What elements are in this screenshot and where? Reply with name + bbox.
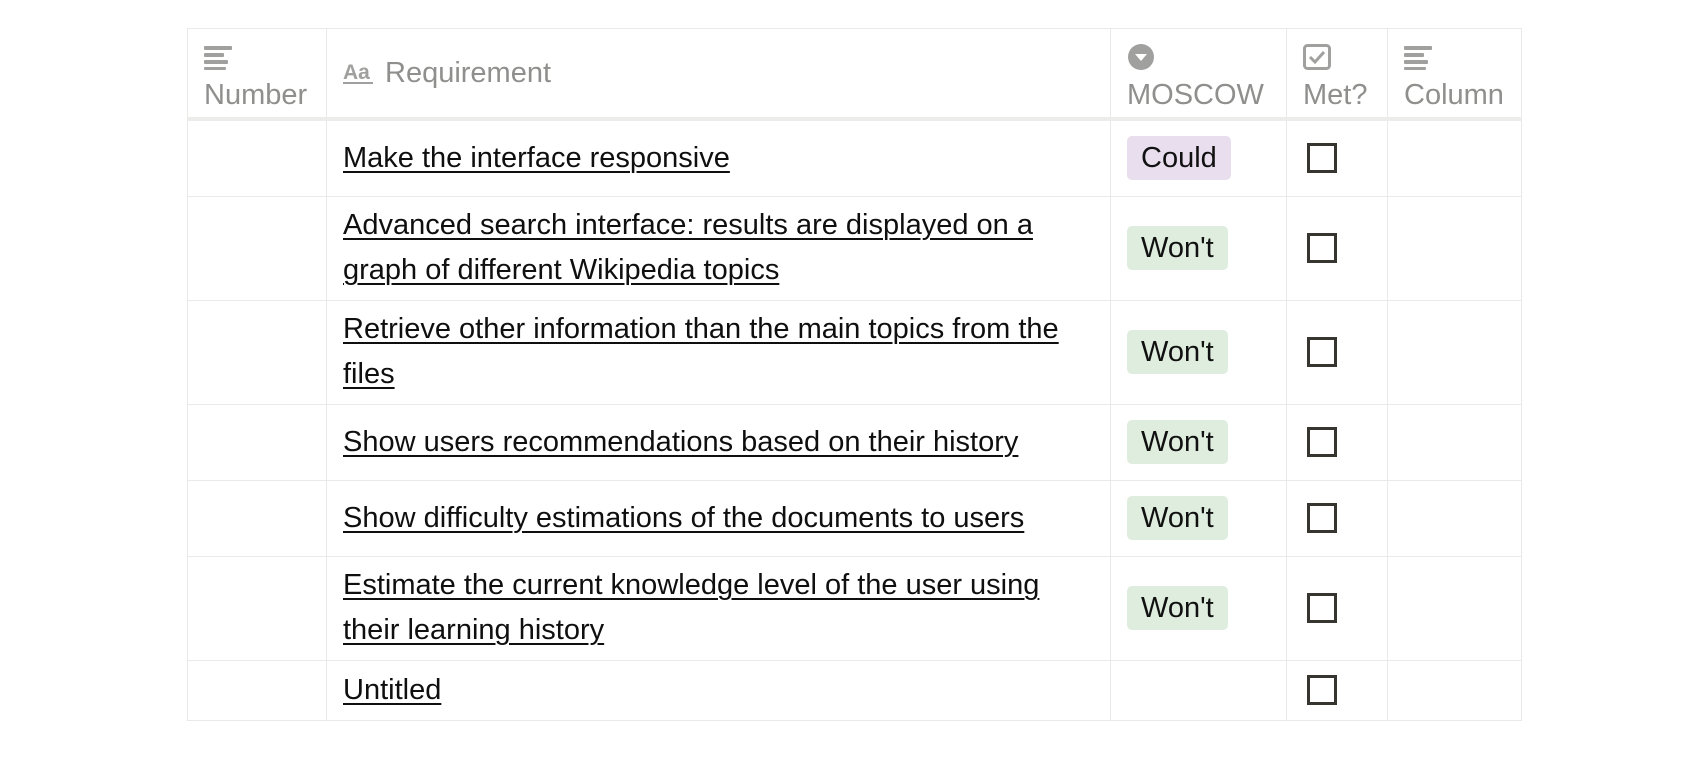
requirement-cell[interactable]: Estimate the current knowledge level of … [326, 555, 1111, 661]
requirement-link[interactable]: Retrieve other information than the main… [343, 313, 1059, 390]
table-row: Show difficulty estimations of the docum… [187, 479, 1522, 557]
number-cell[interactable] [187, 118, 327, 197]
met-checkbox[interactable] [1307, 233, 1337, 263]
moscow-tag[interactable]: Won't [1127, 226, 1228, 270]
moscow-cell[interactable]: Could [1110, 118, 1287, 197]
met-checkbox[interactable] [1307, 593, 1337, 623]
column-header-label: Met? [1303, 79, 1368, 111]
met-checkbox[interactable] [1307, 427, 1337, 457]
column-header-label: Column [1404, 79, 1504, 111]
moscow-cell[interactable]: Won't [1110, 299, 1287, 405]
met-cell [1286, 479, 1388, 557]
text-lines-icon [204, 46, 232, 70]
column-cell[interactable] [1387, 403, 1522, 481]
table-row: Estimate the current knowledge level of … [187, 555, 1522, 661]
column-cell[interactable] [1387, 479, 1522, 557]
table-row: Untitled [187, 659, 1522, 721]
column-header-column[interactable]: Column [1387, 28, 1522, 121]
column-cell[interactable] [1387, 659, 1522, 721]
column-header-met[interactable]: Met? [1286, 28, 1388, 121]
column-cell[interactable] [1387, 118, 1522, 197]
requirement-link[interactable]: Advanced search interface: results are d… [343, 209, 1033, 286]
column-header-requirement[interactable]: Aa Requirement [326, 28, 1111, 121]
moscow-cell[interactable]: Won't [1110, 403, 1287, 481]
moscow-tag[interactable]: Won't [1127, 330, 1228, 374]
header-row: Number Aa Requirement MOSCOW Met? Column [187, 28, 1522, 121]
moscow-cell[interactable]: Won't [1110, 555, 1287, 661]
requirement-cell[interactable]: Make the interface responsive [326, 118, 1111, 197]
requirement-cell[interactable]: Advanced search interface: results are d… [326, 195, 1111, 301]
select-dropdown-icon [1128, 44, 1154, 70]
column-header-moscow[interactable]: MOSCOW [1110, 28, 1287, 121]
met-checkbox[interactable] [1307, 503, 1337, 533]
moscow-tag[interactable]: Could [1127, 136, 1231, 181]
database-table: Number Aa Requirement MOSCOW Met? Column… [187, 28, 1522, 721]
moscow-tag[interactable]: Won't [1127, 586, 1228, 630]
met-cell [1286, 118, 1388, 197]
met-cell [1286, 659, 1388, 721]
table-row: Make the interface responsive Could [187, 118, 1522, 197]
table-row: Show users recommendations based on thei… [187, 403, 1522, 481]
met-cell [1286, 403, 1388, 481]
requirement-cell[interactable]: Show difficulty estimations of the docum… [326, 479, 1111, 557]
met-cell [1286, 299, 1388, 405]
moscow-cell[interactable] [1110, 659, 1287, 721]
column-header-label: Requirement [385, 56, 552, 89]
requirement-link[interactable]: Show difficulty estimations of the docum… [343, 502, 1024, 534]
moscow-tag[interactable]: Won't [1127, 496, 1228, 540]
column-cell[interactable] [1387, 555, 1522, 661]
column-cell[interactable] [1387, 195, 1522, 301]
text-lines-icon [1404, 46, 1432, 70]
number-cell[interactable] [187, 403, 327, 481]
number-cell[interactable] [187, 479, 327, 557]
met-checkbox[interactable] [1307, 675, 1337, 705]
requirement-cell[interactable]: Retrieve other information than the main… [326, 299, 1111, 405]
requirement-cell[interactable]: Untitled [326, 659, 1111, 721]
requirement-link[interactable]: Show users recommendations based on thei… [343, 426, 1018, 458]
met-cell [1286, 195, 1388, 301]
requirement-link[interactable]: Estimate the current knowledge level of … [343, 569, 1039, 646]
number-cell[interactable] [187, 659, 327, 721]
met-checkbox[interactable] [1307, 337, 1337, 367]
checkbox-icon [1303, 44, 1331, 70]
moscow-tag[interactable]: Won't [1127, 420, 1228, 464]
svg-text:Aa: Aa [343, 61, 370, 84]
moscow-cell[interactable]: Won't [1110, 479, 1287, 557]
column-header-number[interactable]: Number [187, 28, 327, 121]
column-header-label: MOSCOW [1127, 79, 1264, 111]
moscow-cell[interactable]: Won't [1110, 195, 1287, 301]
requirement-cell[interactable]: Show users recommendations based on thei… [326, 403, 1111, 481]
table-row: Advanced search interface: results are d… [187, 195, 1522, 301]
number-cell[interactable] [187, 299, 327, 405]
met-cell [1286, 555, 1388, 661]
requirement-link[interactable]: Make the interface responsive [343, 142, 730, 174]
number-cell[interactable] [187, 195, 327, 301]
title-aa-icon: Aa [343, 61, 373, 84]
number-cell[interactable] [187, 555, 327, 661]
column-cell[interactable] [1387, 299, 1522, 405]
requirement-link[interactable]: Untitled [343, 674, 441, 706]
column-header-label: Number [204, 79, 308, 111]
met-checkbox[interactable] [1307, 143, 1337, 174]
table-row: Retrieve other information than the main… [187, 299, 1522, 405]
